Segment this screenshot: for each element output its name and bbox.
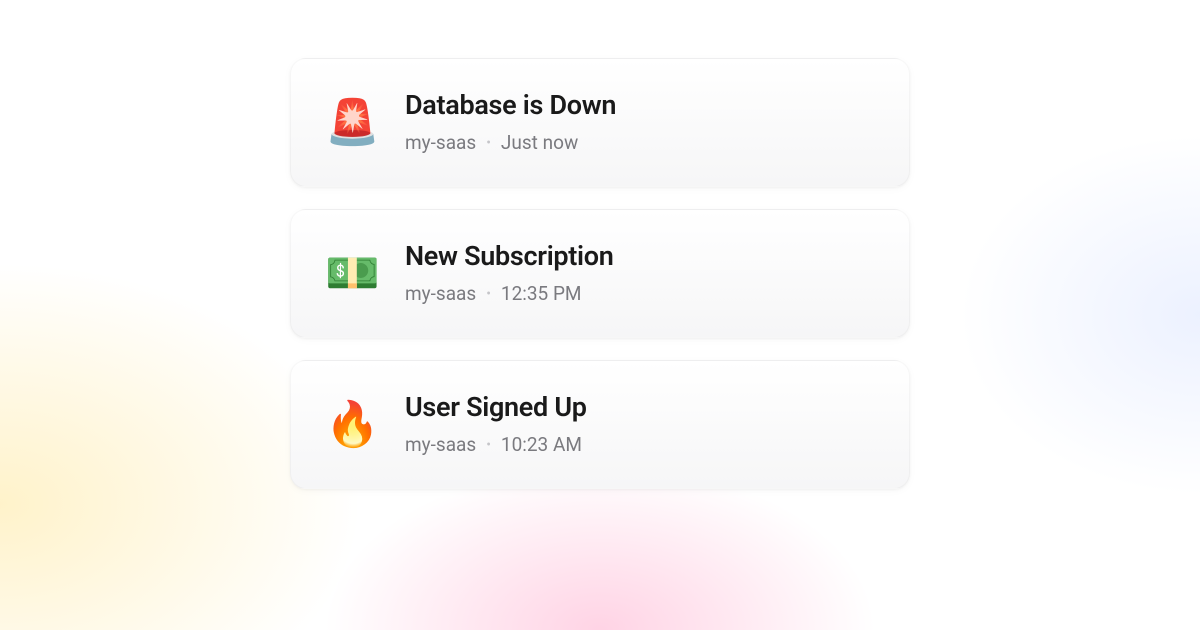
- notification-card[interactable]: 💵 New Subscription my-saas • 12:35 PM: [290, 209, 910, 338]
- time-label: 12:35 PM: [501, 282, 582, 305]
- notification-card[interactable]: 🔥 User Signed Up my-saas • 10:23 AM: [290, 360, 910, 489]
- project-label: my-saas: [405, 131, 476, 154]
- time-label: 10:23 AM: [501, 433, 582, 456]
- project-label: my-saas: [405, 433, 476, 456]
- siren-icon: 🚨: [325, 100, 377, 144]
- notification-meta: my-saas • Just now: [405, 131, 616, 154]
- meta-separator: •: [486, 286, 491, 302]
- notification-content: Database is Down my-saas • Just now: [405, 89, 616, 154]
- project-label: my-saas: [405, 282, 476, 305]
- notification-title: User Signed Up: [405, 391, 587, 423]
- fire-icon: 🔥: [325, 402, 377, 446]
- meta-separator: •: [486, 437, 491, 453]
- notification-title: Database is Down: [405, 89, 616, 121]
- notification-content: New Subscription my-saas • 12:35 PM: [405, 240, 614, 305]
- money-icon: 💵: [325, 251, 377, 295]
- notification-title: New Subscription: [405, 240, 614, 272]
- notification-meta: my-saas • 12:35 PM: [405, 282, 614, 305]
- notifications-list: 🚨 Database is Down my-saas • Just now 💵 …: [290, 58, 910, 489]
- notification-meta: my-saas • 10:23 AM: [405, 433, 587, 456]
- notification-card[interactable]: 🚨 Database is Down my-saas • Just now: [290, 58, 910, 187]
- meta-separator: •: [486, 135, 491, 151]
- time-label: Just now: [501, 131, 578, 154]
- notification-content: User Signed Up my-saas • 10:23 AM: [405, 391, 587, 456]
